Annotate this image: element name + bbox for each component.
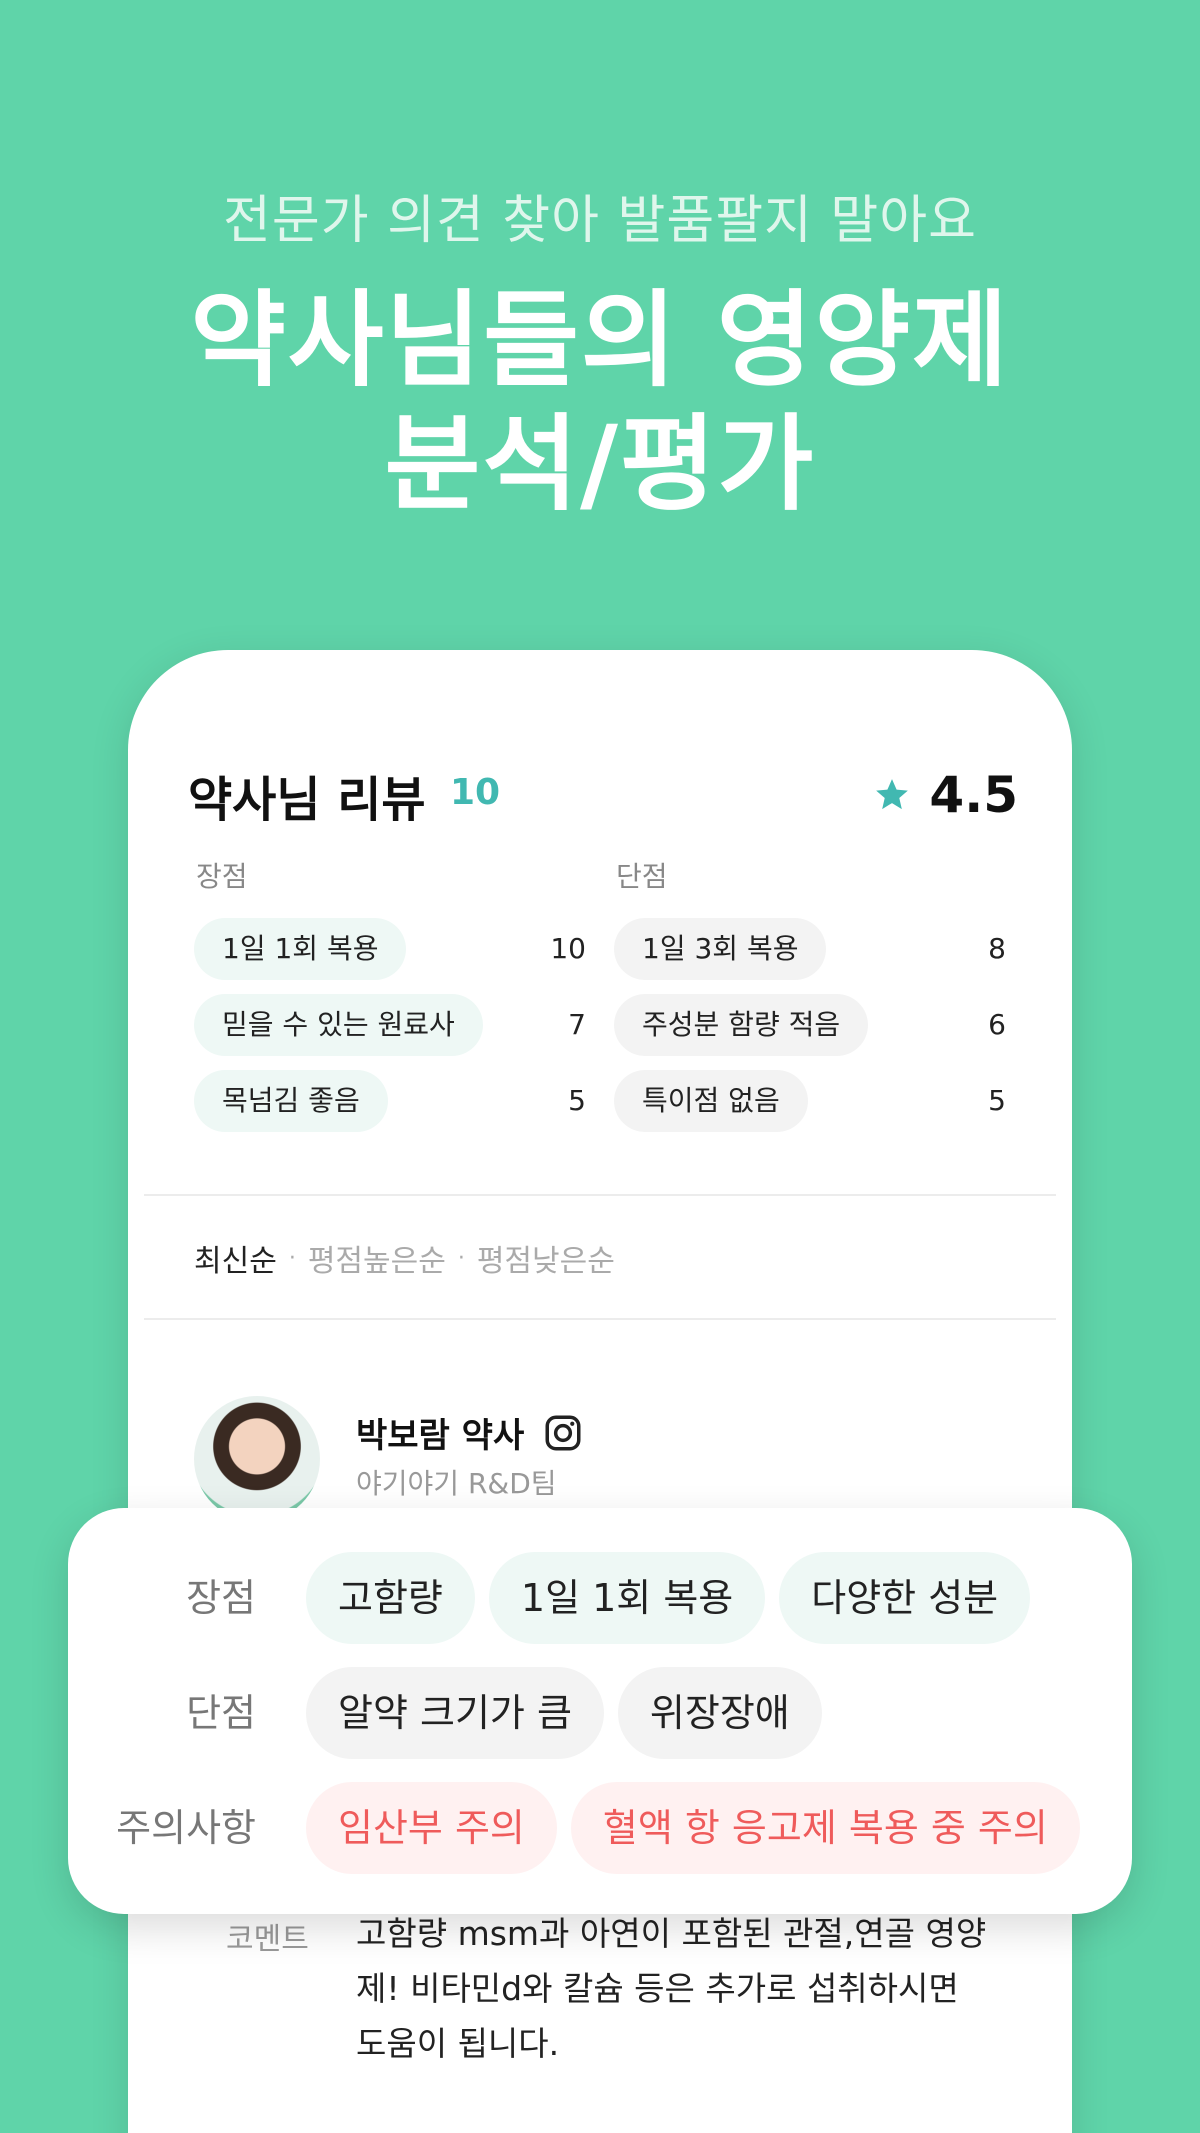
pro-chip: 1일 1회 복용: [194, 918, 407, 980]
rating-value: 4.5: [929, 766, 1018, 824]
detail-pro-chip: 고함량: [306, 1552, 475, 1644]
detail-con-chip: 위장장애: [617, 1667, 822, 1759]
cons-heading: 단점: [616, 860, 668, 893]
pro-stat-row[interactable]: 목넘김 좋음 5: [194, 1070, 586, 1132]
detail-cons-row: 단점 알약 크기가 큼 위장장애: [68, 1667, 1132, 1759]
sort-option-latest[interactable]: 최신순: [194, 1236, 277, 1280]
divider: [144, 1318, 1056, 1320]
rating: 4.5: [873, 760, 1018, 830]
pro-count: 7: [568, 1008, 586, 1041]
con-chip: 주성분 함량 적음: [614, 994, 869, 1056]
star-icon: [876, 779, 909, 810]
pros-heading: 장점: [196, 860, 248, 893]
comment-text: 고함량 msm과 아연이 포함된 관절,연골 영양제! 비타민d와 칼슘 등은 …: [356, 1914, 987, 2063]
sort-option-high-rating[interactable]: 평점높은순: [308, 1236, 446, 1280]
review-title: 약사님 리뷰: [188, 772, 426, 828]
con-stat-row[interactable]: 1일 3회 복용 8: [614, 918, 1006, 980]
detail-pros-label: 장점: [186, 1576, 256, 1620]
pro-stat-row[interactable]: 믿을 수 있는 원료사 7: [194, 994, 586, 1056]
sort-bar: 최신순 · 평점높은순 · 평점낮은순: [194, 1236, 615, 1280]
instagram-icon[interactable]: [542, 1412, 584, 1454]
hero-title: 약사님들의 영양제 분석/평가: [0, 278, 1200, 526]
detail-cons-label: 단점: [186, 1691, 256, 1735]
con-stat-row[interactable]: 주성분 함량 적음 6: [614, 994, 1006, 1056]
detail-caution-chip: 임산부 주의: [306, 1782, 557, 1874]
hero-title-line2: 분석/평가: [384, 403, 816, 525]
con-count: 8: [988, 932, 1006, 965]
detail-pro-chip: 1일 1회 복용: [488, 1552, 766, 1644]
review-summary-header: 약사님 리뷰 10 4.5: [188, 760, 1018, 830]
detail-pros-row: 장점 고함량 1일 1회 복용 다양한 성분: [68, 1552, 1132, 1644]
sort-option-low-rating[interactable]: 평점낮은순: [477, 1236, 615, 1280]
pro-chip: 믿을 수 있는 원료사: [194, 994, 483, 1056]
pro-count: 10: [550, 932, 586, 965]
sort-separator: ·: [288, 1245, 296, 1271]
detail-pros-chips: 고함량 1일 1회 복용 다양한 성분: [306, 1552, 1031, 1644]
reviewer-name-row: 박보람 약사: [356, 1408, 584, 1457]
review-count: 10: [450, 772, 501, 813]
review-detail-card: 장점 고함량 1일 1회 복용 다양한 성분 단점 알약 크기가 큼 위장장애 …: [68, 1508, 1132, 1914]
con-chip: 특이점 없음: [614, 1070, 808, 1132]
hero-title-line1: 약사님들의 영양제: [190, 279, 1010, 401]
comment-label: 코멘트: [226, 1922, 309, 1957]
con-stat-row[interactable]: 특이점 없음 5: [614, 1070, 1006, 1132]
reviewer-name: 박보람 약사: [356, 1416, 525, 1456]
divider: [144, 1194, 1056, 1196]
detail-cautions-label: 주의사항: [116, 1806, 256, 1850]
con-count: 6: [988, 1008, 1006, 1041]
pro-stat-row[interactable]: 1일 1회 복용 10: [194, 918, 586, 980]
con-chip: 1일 3회 복용: [614, 918, 827, 980]
detail-cons-chips: 알약 크기가 큼 위장장애: [306, 1667, 822, 1759]
hero-subtitle: 전문가 의견 찾아 발품팔지 말아요: [223, 191, 977, 251]
sort-separator: ·: [457, 1245, 465, 1271]
detail-con-chip: 알약 크기가 큼: [306, 1667, 604, 1759]
detail-cautions-row: 주의사항 임산부 주의 혈액 항 응고제 복용 중 주의: [68, 1782, 1132, 1874]
pro-chip: 목넘김 좋음: [194, 1070, 388, 1132]
detail-pro-chip: 다양한 성분: [779, 1552, 1031, 1644]
pro-count: 5: [568, 1084, 586, 1117]
avatar[interactable]: [194, 1396, 320, 1522]
con-count: 5: [988, 1084, 1006, 1117]
detail-caution-chips: 임산부 주의 혈액 항 응고제 복용 중 주의: [306, 1782, 1080, 1874]
reviewer-affiliation: 야기야기 R&D팀: [356, 1467, 557, 1500]
detail-caution-chip: 혈액 항 응고제 복용 중 주의: [570, 1782, 1080, 1874]
